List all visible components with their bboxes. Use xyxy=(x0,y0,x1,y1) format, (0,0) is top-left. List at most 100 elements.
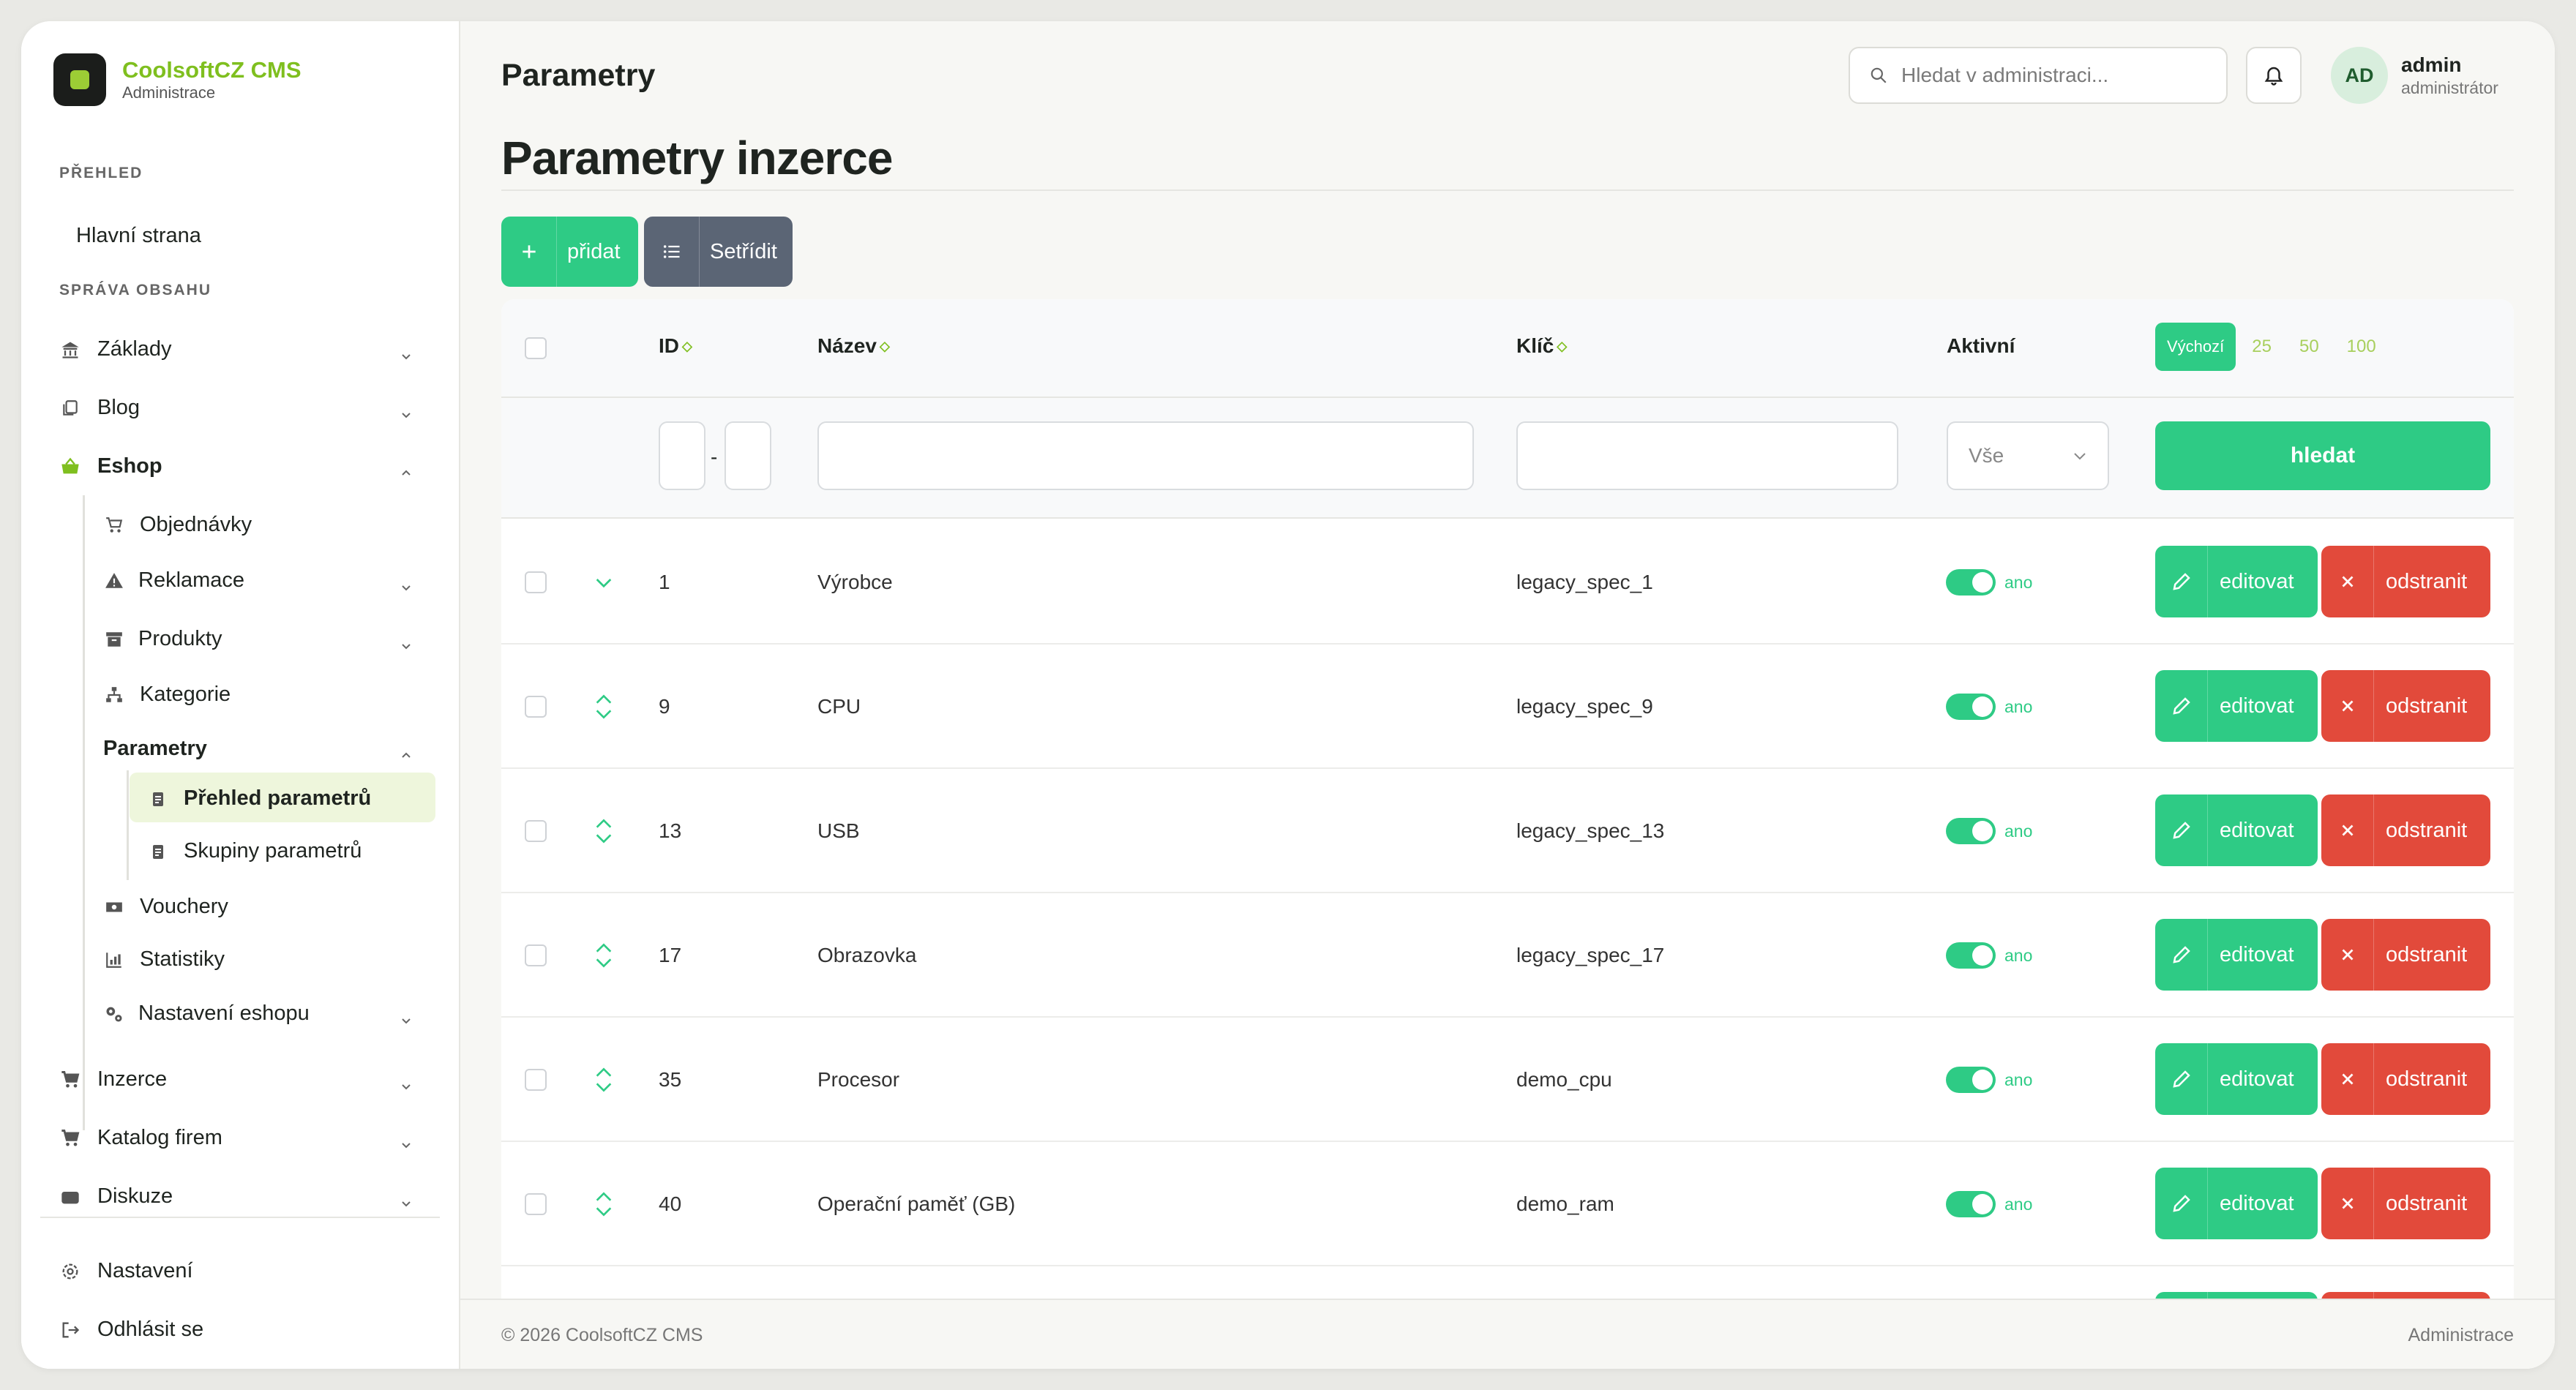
chevron-down-icon[interactable] xyxy=(399,1138,413,1152)
sidebar-item-vouchery[interactable]: Vouchery xyxy=(103,895,228,919)
chevron-down-icon[interactable] xyxy=(399,1013,413,1028)
cell-id: 1 xyxy=(659,571,670,593)
add-button[interactable]: přidat xyxy=(501,217,638,287)
delete-button[interactable]: odstranit xyxy=(2321,1168,2490,1239)
sidebar-item-label: Diskuze xyxy=(97,1184,173,1208)
sidebar-item-logout[interactable]: Odhlásit se xyxy=(59,1318,203,1342)
footer: © 2026 CoolsoftCZ CMS Administrace xyxy=(460,1299,2555,1369)
edit-button[interactable]: editovat xyxy=(2155,670,2318,742)
id-from-input[interactable] xyxy=(659,421,705,490)
sidebar-item-diskuze[interactable]: Diskuze xyxy=(59,1184,173,1208)
sidebar-item-label: Produkty xyxy=(138,627,222,650)
edit-button[interactable]: editovat xyxy=(2155,546,2318,617)
reorder-icon[interactable] xyxy=(592,692,615,721)
key-filter-input[interactable] xyxy=(1516,421,1898,490)
chevron-down-icon[interactable] xyxy=(399,580,413,595)
name-filter-input[interactable] xyxy=(817,421,1474,490)
sidebar-item-nastaveni[interactable]: Nastavení xyxy=(59,1259,193,1283)
sidebar-item-home[interactable]: Hlavní strana xyxy=(76,224,201,248)
row-checkbox[interactable] xyxy=(525,944,547,966)
per-page-50[interactable]: 50 xyxy=(2299,337,2319,357)
sidebar-item-kategorie[interactable]: Kategorie xyxy=(103,683,231,707)
sidebar-item-skupiny-parametru[interactable]: Skupiny parametrů xyxy=(147,839,362,863)
edit-button[interactable]: editovat xyxy=(2155,794,2318,866)
chevron-down-icon[interactable] xyxy=(592,568,615,597)
edit-button[interactable]: editovat xyxy=(2155,919,2318,991)
delete-button[interactable]: odstranit xyxy=(2321,670,2490,742)
active-toggle[interactable] xyxy=(1946,942,1996,969)
chevron-down-icon[interactable] xyxy=(399,1079,413,1094)
per-page-default[interactable]: Výchozí xyxy=(2155,323,2236,371)
sidebar-item-zaklady[interactable]: Základy xyxy=(59,337,172,361)
row-checkbox[interactable] xyxy=(525,696,547,718)
delete-button[interactable]: odstranit xyxy=(2321,919,2490,991)
id-to-input[interactable] xyxy=(724,421,771,490)
search-button[interactable]: hledat xyxy=(2155,421,2490,490)
topbar: Parametry AD admin administrátor xyxy=(460,21,2555,138)
brand[interactable]: CoolsoftCZ CMS Administrace xyxy=(53,53,302,106)
delete-button[interactable]: odstranit xyxy=(2321,546,2490,617)
edit-button[interactable]: editovat xyxy=(2155,1168,2318,1239)
reorder-icon[interactable] xyxy=(592,1065,615,1094)
active-filter-select[interactable]: Vše xyxy=(1947,421,2109,490)
bank-icon xyxy=(59,339,81,361)
cell-name: Procesor xyxy=(817,1068,900,1091)
delete-button[interactable]: odstranit xyxy=(2321,794,2490,866)
sort-button[interactable]: Setřídit xyxy=(644,217,793,287)
sidebar-item-eshop[interactable]: Eshop xyxy=(59,454,162,478)
table-row: 13 USB legacy_spec_13 ano editovat odstranit xyxy=(501,769,2514,893)
brand-logo xyxy=(53,53,106,106)
table-row: 17 Obrazovka legacy_spec_17 ano editovat odst… xyxy=(501,893,2514,1018)
active-toggle[interactable] xyxy=(1946,818,1996,844)
chevron-up-icon[interactable] xyxy=(399,748,413,763)
clipboard-icon xyxy=(147,788,169,810)
sort-label: Setřídit xyxy=(710,239,777,263)
brand-subtitle: Administrace xyxy=(122,83,216,102)
row-checkbox[interactable] xyxy=(525,820,547,842)
sidebar-item-objednavky[interactable]: Objednávky xyxy=(103,513,252,537)
delete-label: odstranit xyxy=(2386,1067,2468,1091)
column-id[interactable]: ID ◇ xyxy=(659,334,692,358)
notifications-button[interactable] xyxy=(2246,47,2302,104)
reorder-icon[interactable] xyxy=(592,1190,615,1219)
sidebar-item-katalog-firem[interactable]: Katalog firem xyxy=(59,1126,222,1150)
chevron-down-icon[interactable] xyxy=(399,1196,413,1208)
sidebar-item-nastaveni-eshopu[interactable]: Nastavení eshopu xyxy=(103,1002,310,1026)
plus-icon xyxy=(501,217,557,287)
row-checkbox[interactable] xyxy=(525,571,547,593)
cell-id: 40 xyxy=(659,1192,682,1215)
column-key[interactable]: Klíč ◇ xyxy=(1516,334,1567,358)
per-page-25[interactable]: 25 xyxy=(2252,337,2272,357)
chevron-down-icon[interactable] xyxy=(399,349,413,364)
sidebar-item-produkty[interactable]: Produkty xyxy=(103,627,222,651)
table-header: ID ◇ Název ◇ Klíč ◇ Aktivní Výchozí 25 50 1… xyxy=(501,299,2514,398)
sidebar-item-reklamace[interactable]: Reklamace xyxy=(103,568,244,593)
sidebar-item-parametry[interactable]: Parametry xyxy=(103,737,207,761)
sidebar-item-prehled-parametru[interactable]: Přehled parametrů xyxy=(147,786,371,811)
sidebar-item-statistiky[interactable]: Statistiky xyxy=(103,947,225,972)
reorder-icon[interactable] xyxy=(592,941,615,970)
row-checkbox[interactable] xyxy=(525,1069,547,1091)
active-toggle[interactable] xyxy=(1946,694,1996,720)
chevron-up-icon[interactable] xyxy=(399,466,413,481)
search-input[interactable] xyxy=(1901,64,2209,87)
chevron-down-icon[interactable] xyxy=(399,639,413,653)
column-name[interactable]: Název ◇ xyxy=(817,334,890,358)
chevron-down-icon[interactable] xyxy=(399,407,413,422)
select-all-checkbox[interactable] xyxy=(525,337,547,359)
edit-button[interactable]: editovat xyxy=(2155,1043,2318,1115)
active-toggle[interactable] xyxy=(1946,1067,1996,1093)
reorder-icon[interactable] xyxy=(592,816,615,846)
search-box[interactable] xyxy=(1849,47,2228,104)
row-checkbox[interactable] xyxy=(525,1193,547,1215)
cart-icon xyxy=(59,1127,81,1149)
active-toggle[interactable] xyxy=(1946,569,1996,596)
close-icon xyxy=(2321,670,2374,742)
avatar[interactable]: AD xyxy=(2331,47,2388,104)
sidebar-item-inzerce[interactable]: Inzerce xyxy=(59,1067,167,1092)
active-toggle[interactable] xyxy=(1946,1191,1996,1217)
delete-button[interactable]: odstranit xyxy=(2321,1043,2490,1115)
sidebar-item-blog[interactable]: Blog xyxy=(59,396,140,420)
per-page-100[interactable]: 100 xyxy=(2347,337,2376,357)
sidebar-item-label: Statistiky xyxy=(140,947,225,971)
